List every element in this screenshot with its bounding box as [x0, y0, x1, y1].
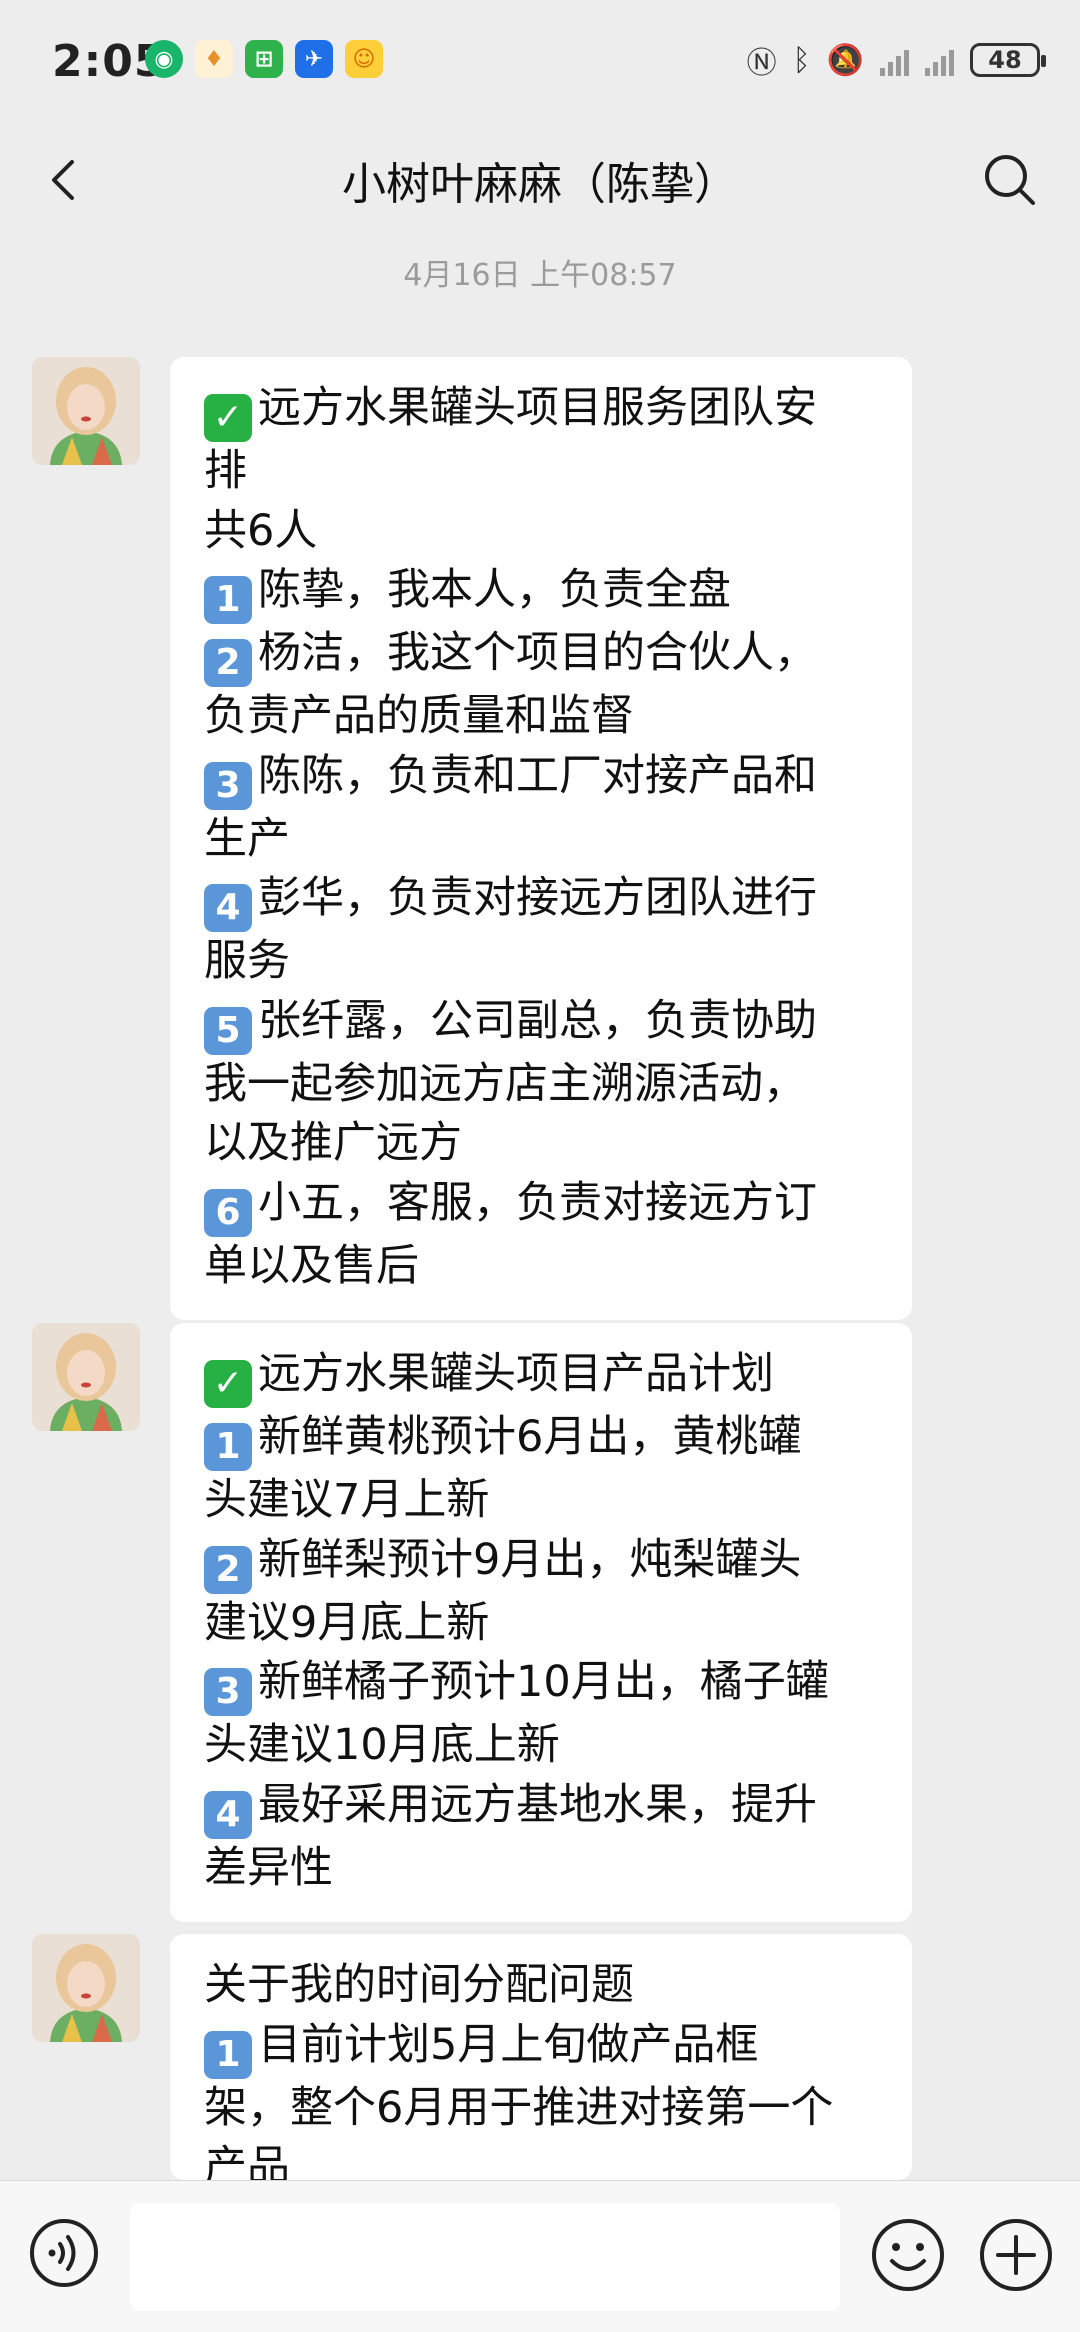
- search-icon[interactable]: [980, 150, 1040, 210]
- message-text: 共6人: [204, 505, 318, 556]
- number-keycap-icon: 3: [204, 1668, 252, 1716]
- message-text: 架，整个6月用于推进对接第一个: [204, 2082, 834, 2133]
- message-text: 杨洁，我这个项目的合伙人，: [258, 628, 817, 678]
- voice-icon[interactable]: [28, 2217, 100, 2289]
- message-line: 头建议10月底上新: [204, 1716, 878, 1776]
- message-text: 服务: [204, 936, 290, 986]
- message-text: 远方水果罐头项目产品计划: [258, 1349, 774, 1399]
- number-keycap-icon: 6: [204, 1188, 252, 1237]
- message-input[interactable]: [130, 2203, 840, 2311]
- message-line: 2 新鲜梨预计9月出，炖梨罐头: [204, 1531, 878, 1594]
- message-timestamp: 4月16日 上午08:57: [403, 258, 677, 293]
- message-text: 产品: [204, 2142, 290, 2180]
- message-line: 差异性: [204, 1839, 878, 1899]
- message-text: 建议9月底上新: [204, 1597, 490, 1648]
- green-circle-app-icon: ◉: [145, 40, 183, 78]
- message-line: 生产: [204, 810, 878, 870]
- number-keycap-icon: 4: [204, 884, 252, 932]
- signal-icon: [880, 44, 909, 76]
- message-line: 1 新鲜黄桃预计6月出，黄桃罐: [204, 1408, 878, 1471]
- avatar[interactable]: [32, 357, 140, 465]
- message-line: 2 杨洁，我这个项目的合伙人，: [204, 624, 878, 687]
- green-app-icon: ⊞: [245, 40, 283, 78]
- number-keycap-icon: 2: [204, 1545, 252, 1594]
- message-line: 3 新鲜橘子预计10月出，橘子罐: [204, 1653, 878, 1716]
- message-bubble[interactable]: ✓ 远方水果罐头项目服务团队安排共6人 1 陈挚，我本人，负责全盘 2 杨洁，我这个项目的…: [170, 357, 912, 1320]
- message-text: 头建议10月底上新: [204, 1720, 560, 1770]
- blue-plane-app-icon: ✈: [295, 40, 333, 78]
- message-text: 小五，客服，负责对接远方订: [258, 1177, 817, 1228]
- mute-bell-icon: 🔕: [826, 42, 864, 78]
- message-line: 建议9月底上新: [204, 1594, 878, 1654]
- message-text: 负责产品的质量和监督: [204, 691, 634, 741]
- message-line: 单以及售后: [204, 1237, 878, 1297]
- battery-level: 48: [988, 46, 1022, 74]
- message-text: 关于我的时间分配问题: [204, 1960, 634, 2010]
- message-line: 架，整个6月用于推进对接第一个: [204, 2079, 878, 2139]
- message-bubble[interactable]: 关于我的时间分配问题 1 目前计划5月上旬做产品框 架，整个6月用于推进对接第一个 产品: [170, 1934, 912, 2180]
- message-text: 排: [204, 446, 247, 496]
- message-text: 最好采用远方基地水果，提升: [258, 1779, 817, 1830]
- bluetooth-icon: ᛒ: [792, 42, 811, 78]
- number-keycap-icon: 2: [204, 639, 252, 687]
- number-keycap-icon: 5: [204, 1006, 252, 1055]
- message-text: 目前计划5月上旬做产品框: [258, 2019, 759, 2070]
- message-line: 3 陈陈，负责和工厂对接产品和: [204, 747, 878, 810]
- message-line: 关于我的时间分配问题: [204, 1956, 878, 2016]
- message-line: 排: [204, 442, 878, 502]
- message-text: 新鲜橘子预计10月出，橘子罐: [258, 1657, 829, 1707]
- number-keycap-icon: 1: [204, 1423, 252, 1471]
- message-text: 以及推广远方: [204, 1118, 462, 1168]
- yellow-app-icon: ☺: [345, 40, 383, 78]
- status-bar: 2:05 ◉ ♦ ⊞ ✈ ☺ Ⓝ ᛒ 🔕 48: [0, 0, 1080, 120]
- message-line: 服务: [204, 932, 878, 992]
- avatar[interactable]: [32, 1323, 140, 1431]
- nfc-icon: Ⓝ: [746, 46, 777, 81]
- message-text: 单以及售后: [204, 1240, 419, 1291]
- message-line: ✓ 远方水果罐头项目服务团队安: [204, 379, 878, 442]
- message-text: 陈挚，我本人，负责全盘: [258, 565, 731, 615]
- message-line: 我一起参加远方店主溯源活动，: [204, 1055, 878, 1115]
- gold-app-icon: ♦: [195, 40, 233, 78]
- chat-header: 小树叶麻麻（陈挚）: [0, 120, 1080, 240]
- input-bar: [0, 2180, 1080, 2332]
- message-text: 张纤露，公司副总，负责协助: [258, 995, 817, 1046]
- plus-icon[interactable]: [978, 2217, 1054, 2293]
- message-line: 5 张纤露，公司副总，负责协助: [204, 992, 878, 1055]
- message-line: 1 目前计划5月上旬做产品框: [204, 2016, 878, 2079]
- message-line: 4 最好采用远方基地水果，提升: [204, 1776, 878, 1839]
- message-line: 6 小五，客服，负责对接远方订: [204, 1174, 878, 1237]
- message-line: 以及推广远方: [204, 1114, 878, 1174]
- message-text: 新鲜黄桃预计6月出，黄桃罐: [258, 1412, 802, 1462]
- chat-title: 小树叶麻麻（陈挚）: [342, 159, 738, 210]
- message-text: 生产: [204, 813, 290, 864]
- message-line: 头建议7月上新: [204, 1471, 878, 1531]
- signal-icon-2: [925, 44, 954, 76]
- message-line: ✓ 远方水果罐头项目产品计划: [204, 1345, 878, 1408]
- emoji-icon[interactable]: [870, 2217, 946, 2293]
- system-icons: Ⓝ ᛒ 🔕 48: [746, 38, 1046, 82]
- message-text: 我一起参加远方店主溯源活动，: [204, 1058, 806, 1109]
- message-text: 新鲜梨预计9月出，炖梨罐头: [258, 1534, 802, 1585]
- battery-icon: 48: [970, 43, 1046, 77]
- message-line: 4 彭华，负责对接远方团队进行: [204, 869, 878, 932]
- message-text: 差异性: [204, 1842, 333, 1893]
- message-line: 产品: [204, 2138, 878, 2180]
- avatar[interactable]: [32, 1934, 140, 2042]
- message-text: 彭华，负责对接远方团队进行: [258, 873, 817, 923]
- number-keycap-icon: 1: [204, 576, 252, 624]
- message-text: 陈陈，负责和工厂对接产品和: [258, 750, 817, 801]
- message-line: 1 陈挚，我本人，负责全盘: [204, 561, 878, 624]
- message-line: 负责产品的质量和监督: [204, 687, 878, 747]
- message-text: 头建议7月上新: [204, 1475, 490, 1525]
- message-text: 远方水果罐头项目服务团队安: [258, 383, 817, 433]
- notification-icons: ◉ ♦ ⊞ ✈ ☺: [145, 40, 383, 78]
- number-keycap-icon: 3: [204, 761, 252, 810]
- check-mark-icon: ✓: [204, 394, 252, 442]
- check-mark-icon: ✓: [204, 1360, 252, 1408]
- number-keycap-icon: 4: [204, 1790, 252, 1839]
- message-bubble[interactable]: ✓ 远方水果罐头项目产品计划 1 新鲜黄桃预计6月出，黄桃罐 头建议7月上新 2 新鲜梨预计…: [170, 1323, 912, 1922]
- message-line: 共6人: [204, 502, 878, 562]
- number-keycap-icon: 1: [204, 2030, 252, 2079]
